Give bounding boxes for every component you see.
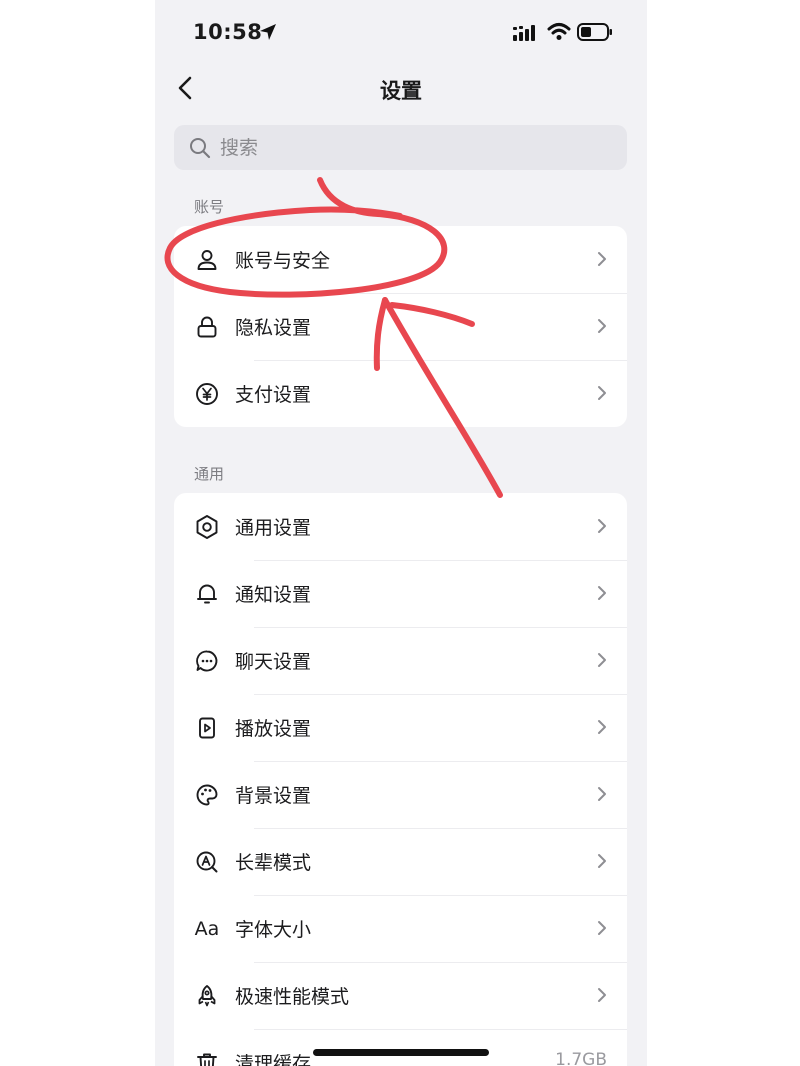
- settings-row-label: 背景设置: [235, 785, 312, 807]
- play-file-icon: [194, 715, 220, 741]
- settings-row-label: 账号与安全: [235, 250, 331, 272]
- settings-row-label: 播放设置: [235, 718, 312, 740]
- settings-row-label: 长辈模式: [235, 852, 312, 874]
- cache-size-value: 1.7GB: [555, 1050, 607, 1066]
- rocket-icon: [194, 983, 220, 1009]
- phone-screen: 10:58 设置 搜索 账号 账号与安全 隐私设置 支付设置 通用 通用设置 通…: [155, 0, 647, 1066]
- settings-row-label: 极速性能模式: [235, 986, 350, 1008]
- settings-row-account-security[interactable]: 账号与安全: [174, 226, 627, 293]
- settings-row-performance-mode[interactable]: 极速性能模式: [174, 962, 627, 1029]
- battery-icon: [577, 23, 612, 41]
- chevron-right-icon: [598, 386, 606, 400]
- chevron-right-icon: [598, 653, 606, 667]
- settings-row-label: 支付设置: [235, 384, 312, 406]
- settings-row-privacy[interactable]: 隐私设置: [174, 293, 627, 360]
- settings-row-label: 隐私设置: [235, 317, 312, 339]
- settings-row-label: 字体大小: [235, 919, 312, 941]
- gear-icon: [194, 514, 220, 540]
- elder-mode-icon: [194, 849, 220, 875]
- navigation-bar: 设置: [155, 66, 647, 110]
- lock-icon: [194, 314, 220, 340]
- chevron-right-icon: [598, 519, 606, 533]
- section-label-general: 通用: [194, 465, 225, 483]
- yen-icon: [194, 381, 220, 407]
- chevron-right-icon: [598, 319, 606, 333]
- palette-icon: [194, 782, 220, 808]
- page-title: 设置: [380, 79, 422, 103]
- chevron-right-icon: [598, 252, 606, 266]
- settings-row-label: 通用设置: [235, 517, 312, 539]
- section-label-account: 账号: [194, 198, 225, 216]
- bell-icon: [194, 581, 220, 607]
- chevron-right-icon: [598, 787, 606, 801]
- settings-row-playback[interactable]: 播放设置: [174, 694, 627, 761]
- settings-row-font-size[interactable]: Aa 字体大小: [174, 895, 627, 962]
- person-icon: [194, 247, 220, 273]
- status-bar: 10:58: [155, 0, 647, 66]
- home-indicator[interactable]: [313, 1049, 489, 1056]
- trash-icon: [194, 1050, 220, 1066]
- settings-row-label: 聊天设置: [235, 651, 312, 673]
- status-time: 10:58: [193, 20, 263, 44]
- chevron-right-icon: [598, 988, 606, 1002]
- chevron-right-icon: [598, 921, 606, 935]
- settings-row-general[interactable]: 通用设置: [174, 493, 627, 560]
- chevron-right-icon: [598, 854, 606, 868]
- settings-row-clear-cache[interactable]: 清理缓存 1.7GB: [174, 1029, 627, 1066]
- settings-row-chat[interactable]: 聊天设置: [174, 627, 627, 694]
- chevron-right-icon: [598, 720, 606, 734]
- chat-bubble-icon: [194, 648, 220, 674]
- search-bar[interactable]: [174, 125, 627, 170]
- font-size-icon: Aa: [194, 918, 220, 940]
- search-icon: [190, 138, 211, 159]
- settings-row-background[interactable]: 背景设置: [174, 761, 627, 828]
- account-settings-card: 账号与安全 隐私设置 支付设置: [174, 226, 627, 427]
- general-settings-card: 通用设置 通知设置 聊天设置 播放设置 背景设置 长辈模式 Aa 字体大小 极速…: [174, 493, 627, 1066]
- search-input[interactable]: [218, 132, 612, 164]
- settings-row-label: 清理缓存: [235, 1053, 312, 1066]
- settings-row-payment[interactable]: 支付设置: [174, 360, 627, 427]
- cellular-signal-icon: [513, 25, 535, 41]
- settings-row-elder-mode[interactable]: 长辈模式: [174, 828, 627, 895]
- location-arrow-icon: [260, 24, 276, 40]
- settings-row-label: 通知设置: [235, 584, 312, 606]
- wifi-icon: [547, 23, 571, 40]
- chevron-right-icon: [598, 586, 606, 600]
- settings-row-notifications[interactable]: 通知设置: [174, 560, 627, 627]
